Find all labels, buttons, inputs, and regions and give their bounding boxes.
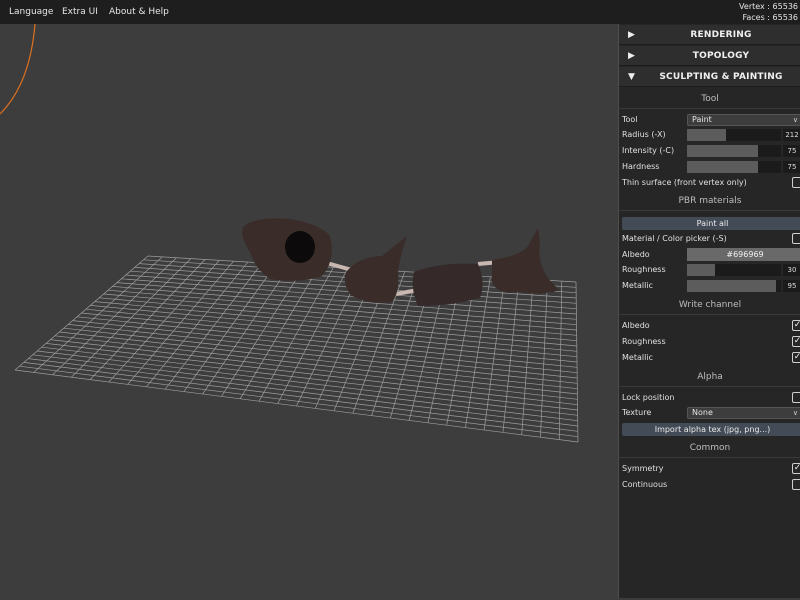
folder-rendering[interactable]: ▶ RENDERING xyxy=(619,25,800,45)
texture-select[interactable]: None ∨ xyxy=(687,407,800,419)
metallic-slider-fill xyxy=(687,280,777,292)
folder-topology-title: TOPOLOGY xyxy=(692,51,750,61)
write-metallic-checkbox[interactable]: ✓ xyxy=(792,352,800,363)
hardness-value[interactable]: 75 xyxy=(783,161,800,173)
menu-language[interactable]: Language xyxy=(9,7,53,17)
tool-select-value: Paint xyxy=(692,115,712,124)
mesh-tail xyxy=(492,242,560,294)
divider xyxy=(619,210,800,211)
menu-extra-ui[interactable]: Extra UI xyxy=(62,7,98,17)
radius-label: Radius (-X) xyxy=(622,130,666,139)
roughness-label: Roughness xyxy=(622,265,666,274)
section-common-title: Common xyxy=(689,443,731,453)
albedo-color-picker[interactable]: #696969 xyxy=(687,248,800,261)
radius-slider[interactable] xyxy=(687,129,781,141)
import-alpha-button[interactable]: Import alpha tex (jpg, png...) xyxy=(622,423,800,436)
metallic-label: Metallic xyxy=(622,281,653,290)
material-picker-label: Material / Color picker (-S) xyxy=(622,234,727,243)
triangle-right-icon: ▶ xyxy=(628,51,635,61)
thin-surface-checkbox[interactable] xyxy=(792,177,800,188)
roughness-slider[interactable] xyxy=(687,264,781,276)
triangle-down-icon: ▼ xyxy=(628,72,635,82)
paint-all-button[interactable]: Paint all xyxy=(622,217,800,230)
grid-line xyxy=(81,312,578,363)
mesh-eye xyxy=(285,231,315,263)
mesh-body-segment xyxy=(412,263,483,306)
roughness-slider-fill xyxy=(687,264,716,276)
lock-position-checkbox[interactable] xyxy=(792,392,800,403)
folder-topology[interactable]: ▶ TOPOLOGY xyxy=(619,46,800,66)
section-tool-title: Tool xyxy=(701,94,719,104)
write-roughness-checkbox[interactable]: ✓ xyxy=(792,336,800,347)
section-write-channel-title: Write channel xyxy=(678,300,742,310)
divider xyxy=(619,314,800,315)
hardness-slider[interactable] xyxy=(687,161,781,173)
triangle-right-icon: ▶ xyxy=(628,30,635,40)
menu-about-help[interactable]: About & Help xyxy=(109,7,169,17)
chevron-down-icon: ∨ xyxy=(792,409,798,417)
grid-line xyxy=(483,277,506,431)
continuous-checkbox[interactable] xyxy=(792,479,800,490)
albedo-label: Albedo xyxy=(622,250,650,259)
divider xyxy=(619,386,800,387)
hardness-label: Hardness xyxy=(622,162,660,171)
radius-value[interactable]: 212 xyxy=(783,129,800,141)
folder-sculpting-painting[interactable]: ▼ SCULPTING & PAINTING xyxy=(619,67,800,87)
intensity-slider-fill xyxy=(687,145,758,157)
continuous-label: Continuous xyxy=(622,480,668,489)
section-alpha-title: Alpha xyxy=(697,372,723,382)
lock-position-label: Lock position xyxy=(622,393,675,402)
material-picker-checkbox[interactable] xyxy=(792,233,800,244)
intensity-slider[interactable] xyxy=(687,145,781,157)
side-panel: ▶ RENDERING ▶ TOPOLOGY ▼ SCULPTING & PAI… xyxy=(618,24,800,598)
write-albedo-label: Albedo xyxy=(622,321,650,330)
write-roughness-label: Roughness xyxy=(622,337,666,346)
section-pbr-title: PBR materials xyxy=(678,196,742,206)
hardness-slider-fill xyxy=(687,161,758,173)
tool-label: Tool xyxy=(622,115,638,124)
metallic-value[interactable]: 95 xyxy=(783,280,800,292)
orientation-arc xyxy=(0,24,36,115)
texture-label: Texture xyxy=(622,408,652,417)
write-albedo-checkbox[interactable]: ✓ xyxy=(792,320,800,331)
sculpt-mesh[interactable] xyxy=(242,218,560,306)
mesh-stats: Vertex : 65536 Faces : 65536 xyxy=(739,1,798,23)
divider xyxy=(619,108,800,109)
folder-sculpting-title: SCULPTING & PAINTING xyxy=(659,72,783,82)
radius-slider-fill xyxy=(687,129,727,141)
thin-surface-label: Thin surface (front vertex only) xyxy=(622,178,747,187)
divider xyxy=(619,457,800,458)
roughness-value[interactable]: 30 xyxy=(783,264,800,276)
metallic-slider[interactable] xyxy=(687,280,781,292)
chevron-down-icon: ∨ xyxy=(792,116,798,124)
tool-select[interactable]: Paint ∨ xyxy=(687,114,800,126)
faces-count: Faces : 65536 xyxy=(742,13,799,22)
grid-line xyxy=(502,278,520,433)
texture-select-value: None xyxy=(692,408,713,417)
intensity-label: Intensity (-C) xyxy=(622,146,675,155)
folder-rendering-title: RENDERING xyxy=(690,30,752,40)
symmetry-label: Symmetry xyxy=(622,464,664,473)
vertex-count: Vertex : 65536 xyxy=(739,2,798,11)
write-metallic-label: Metallic xyxy=(622,353,653,362)
top-menu-bar: Language Extra UI About & Help Vertex : … xyxy=(0,0,800,24)
intensity-value[interactable]: 75 xyxy=(783,145,800,157)
grid-line xyxy=(521,279,534,435)
3d-viewport[interactable] xyxy=(0,24,618,598)
grid-line xyxy=(90,305,577,352)
symmetry-checkbox[interactable]: ✓ xyxy=(792,463,800,474)
grid-line xyxy=(85,308,577,358)
viewport-canvas[interactable] xyxy=(0,24,618,598)
